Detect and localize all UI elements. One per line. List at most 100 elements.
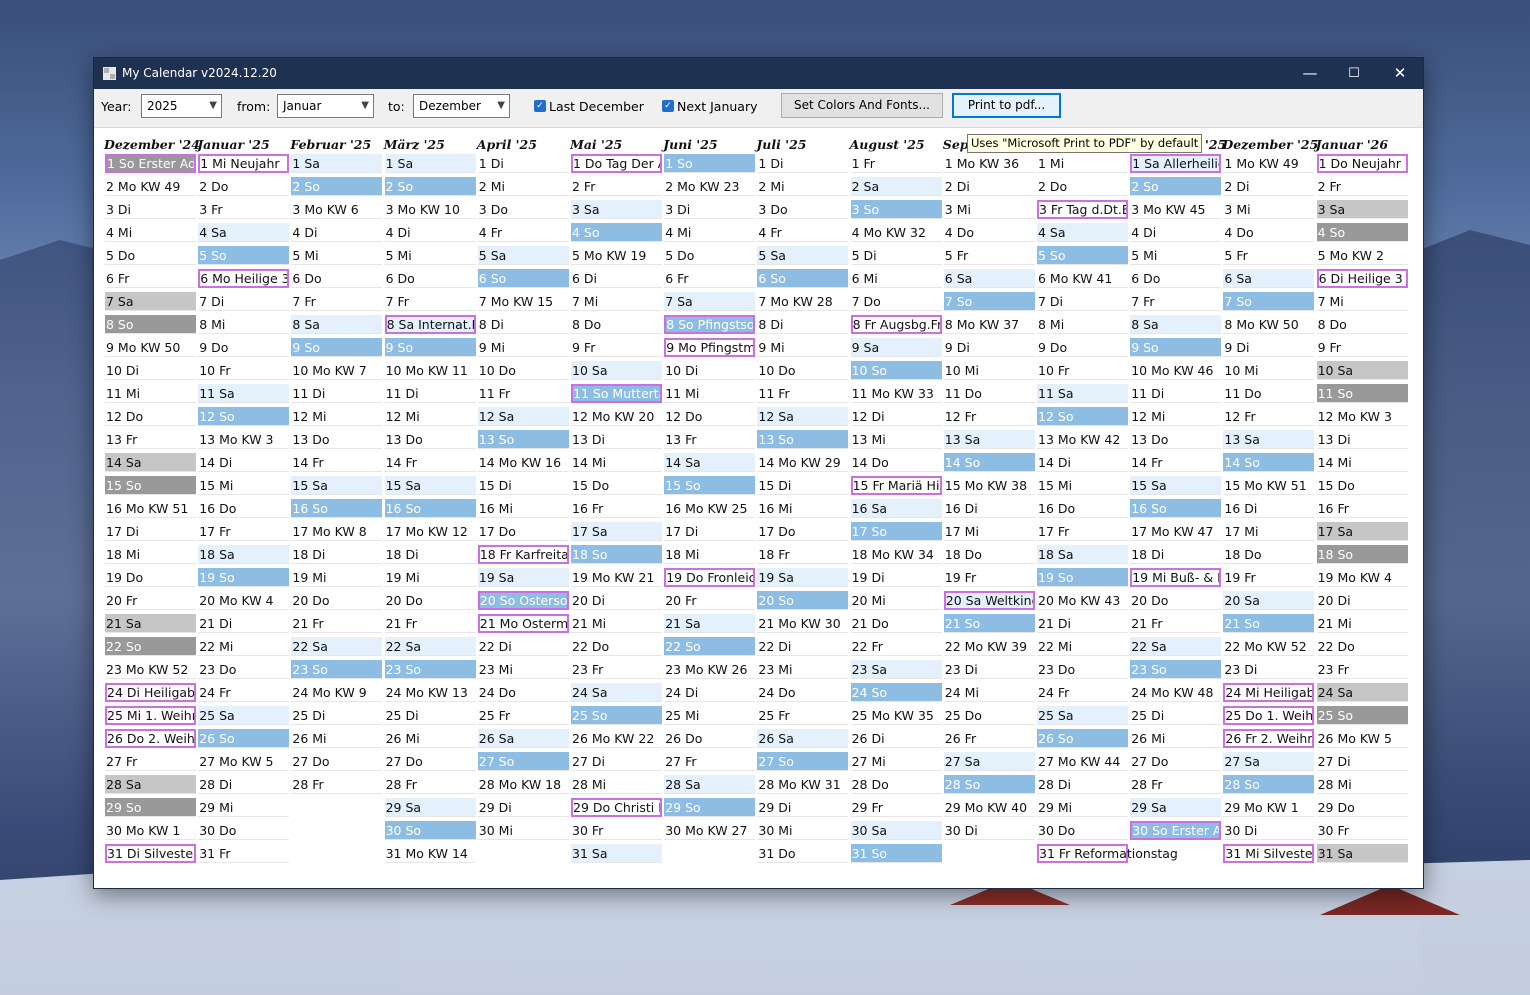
day-cell: 27 Fr	[664, 752, 756, 771]
day-cell: 9 So	[291, 338, 383, 357]
day-cell: 16 Fr	[571, 499, 662, 518]
maximize-icon[interactable]: ☐	[1331, 58, 1377, 89]
day-cell: 5 Mi	[1130, 246, 1222, 265]
last-december-label[interactable]: Last December	[549, 99, 644, 114]
day-cell: 10 Di	[664, 361, 756, 380]
month-header: Januar '25	[197, 137, 270, 152]
day-cell: 3 Do	[477, 200, 569, 219]
day-cell: 18 Do	[1223, 545, 1315, 564]
day-cell: 5 Di	[850, 246, 942, 265]
day-cell: 28 Di	[198, 775, 290, 794]
day-cell: 6 Do	[1130, 269, 1222, 288]
day-cell: 8 Mo KW 50	[1223, 315, 1315, 334]
day-cell: 24 So	[850, 683, 942, 702]
day-cell: 4 Fr	[757, 223, 849, 242]
day-cell: 29 Do	[1316, 798, 1408, 817]
day-cell: 1 Di	[477, 154, 569, 173]
day-cell: 28 Di	[1037, 775, 1128, 794]
day-cell: 22 Sa	[384, 637, 476, 656]
day-cell: 8 Do	[1316, 315, 1408, 334]
day-cell: 14 Mo KW 16	[477, 453, 569, 472]
day-cell: 29 Mo KW 1	[1223, 798, 1315, 817]
day-cell: 5 Sa	[757, 246, 849, 265]
day-cell: 5 Fr	[943, 246, 1035, 265]
day-cell: 25 Mo KW 35	[850, 706, 942, 725]
day-cell: 4 Di	[1130, 223, 1222, 242]
day-cell: 26 Di	[850, 729, 942, 748]
day-cell: 30 Sa	[850, 821, 942, 840]
day-cell: 8 Di	[757, 315, 849, 334]
day-cell: 27 Sa	[943, 752, 1035, 771]
chevron-down-icon: ▼	[209, 100, 217, 111]
day-cell: 21 Di	[1037, 614, 1128, 633]
day-cell: 10 Fr	[198, 361, 290, 380]
day-cell: 19 Mi	[384, 568, 476, 587]
from-month-select[interactable]: Januar ▼	[277, 94, 374, 118]
day-cell: 4 Do	[943, 223, 1035, 242]
day-cell: 24 Do	[757, 683, 849, 702]
day-cell: 7 Fr	[291, 292, 383, 311]
day-cell: 2 So	[1130, 177, 1222, 196]
day-cell: 12 Sa	[477, 407, 569, 426]
day-cell: 30 Di	[1223, 821, 1315, 840]
holiday-day-cell: 6 Mo Heilige 3 Könige	[198, 269, 290, 288]
day-cell: 4 So	[571, 223, 662, 242]
chevron-down-icon: ▼	[497, 100, 505, 111]
day-cell: 17 Fr	[1037, 522, 1128, 541]
day-cell: 7 Fr	[384, 292, 476, 311]
day-cell: 17 Sa	[571, 522, 662, 541]
day-cell: 11 Mi	[105, 384, 196, 403]
day-cell: 26 So	[1037, 729, 1128, 748]
close-icon[interactable]: ✕	[1377, 58, 1423, 89]
day-cell: 3 Mo KW 10	[384, 200, 476, 219]
day-cell: 24 Do	[477, 683, 569, 702]
print-pdf-button[interactable]: Print to pdf...	[952, 93, 1061, 118]
day-cell: 11 Mo KW 33	[850, 384, 942, 403]
day-cell: 14 Sa	[105, 453, 196, 472]
from-month-value: Januar	[283, 99, 322, 113]
last-december-checkbox[interactable]: ✓	[534, 100, 546, 112]
day-cell: 30 Di	[943, 821, 1035, 840]
day-cell: 21 Fr	[1130, 614, 1222, 633]
day-cell: 20 Mo KW 43	[1037, 591, 1128, 610]
day-cell: 25 Di	[1130, 706, 1222, 725]
day-cell: 2 Fr	[571, 177, 662, 196]
to-label: to:	[388, 99, 405, 114]
day-cell: 21 Mo KW 30	[757, 614, 849, 633]
print-tooltip: Uses "Microsoft Print to PDF" by default	[967, 134, 1203, 153]
day-cell: 1 Di	[757, 154, 849, 173]
month-column: Juni '25 1 So 2 Mo KW 23 3 Di 4 Mi 5 Do 6 Fr 7 …	[663, 134, 756, 874]
minimize-icon[interactable]: —	[1287, 58, 1333, 89]
day-cell: 21 Sa	[664, 614, 756, 633]
set-colors-fonts-button[interactable]: Set Colors And Fonts...	[781, 93, 943, 118]
day-cell: 15 Mo KW 51	[1223, 476, 1315, 495]
day-cell: 4 Mi	[105, 223, 196, 242]
day-cell: 15 Sa	[291, 476, 383, 495]
day-cell: 29 So	[664, 798, 756, 817]
day-cell: 19 So	[198, 568, 290, 587]
day-cell: 24 Sa	[1316, 683, 1408, 702]
day-cell: 9 Do	[198, 338, 290, 357]
to-month-select[interactable]: Dezember ▼	[413, 94, 510, 118]
year-select[interactable]: 2025 ▼	[141, 94, 222, 118]
day-cell: 14 Sa	[664, 453, 756, 472]
day-cell: 3 Di	[664, 200, 756, 219]
day-cell: 6 Do	[384, 269, 476, 288]
holiday-day-cell: 24 Mi Heiligabend	[1223, 683, 1315, 702]
day-cell: 29 Di	[757, 798, 849, 817]
day-cell: 2 So	[291, 177, 383, 196]
day-cell: 23 Fr	[571, 660, 662, 679]
holiday-day-cell: 1 So Erster Advent	[105, 154, 196, 173]
day-cell: 2 Mi	[477, 177, 569, 196]
day-cell: 2 Do	[1037, 177, 1128, 196]
day-cell: 14 Fr	[384, 453, 476, 472]
day-cell: 14 Mo KW 29	[757, 453, 849, 472]
day-cell: 3 Sa	[571, 200, 662, 219]
next-january-label[interactable]: Next January	[677, 99, 757, 114]
day-cell: 16 Do	[1037, 499, 1128, 518]
next-january-checkbox[interactable]: ✓	[662, 100, 674, 112]
day-cell: 30 Do	[198, 821, 290, 840]
day-cell: 8 Mo KW 37	[943, 315, 1035, 334]
title-bar[interactable]: My Calendar v2024.12.20 — ☐ ✕	[94, 58, 1423, 89]
day-cell: 6 Sa	[1223, 269, 1315, 288]
